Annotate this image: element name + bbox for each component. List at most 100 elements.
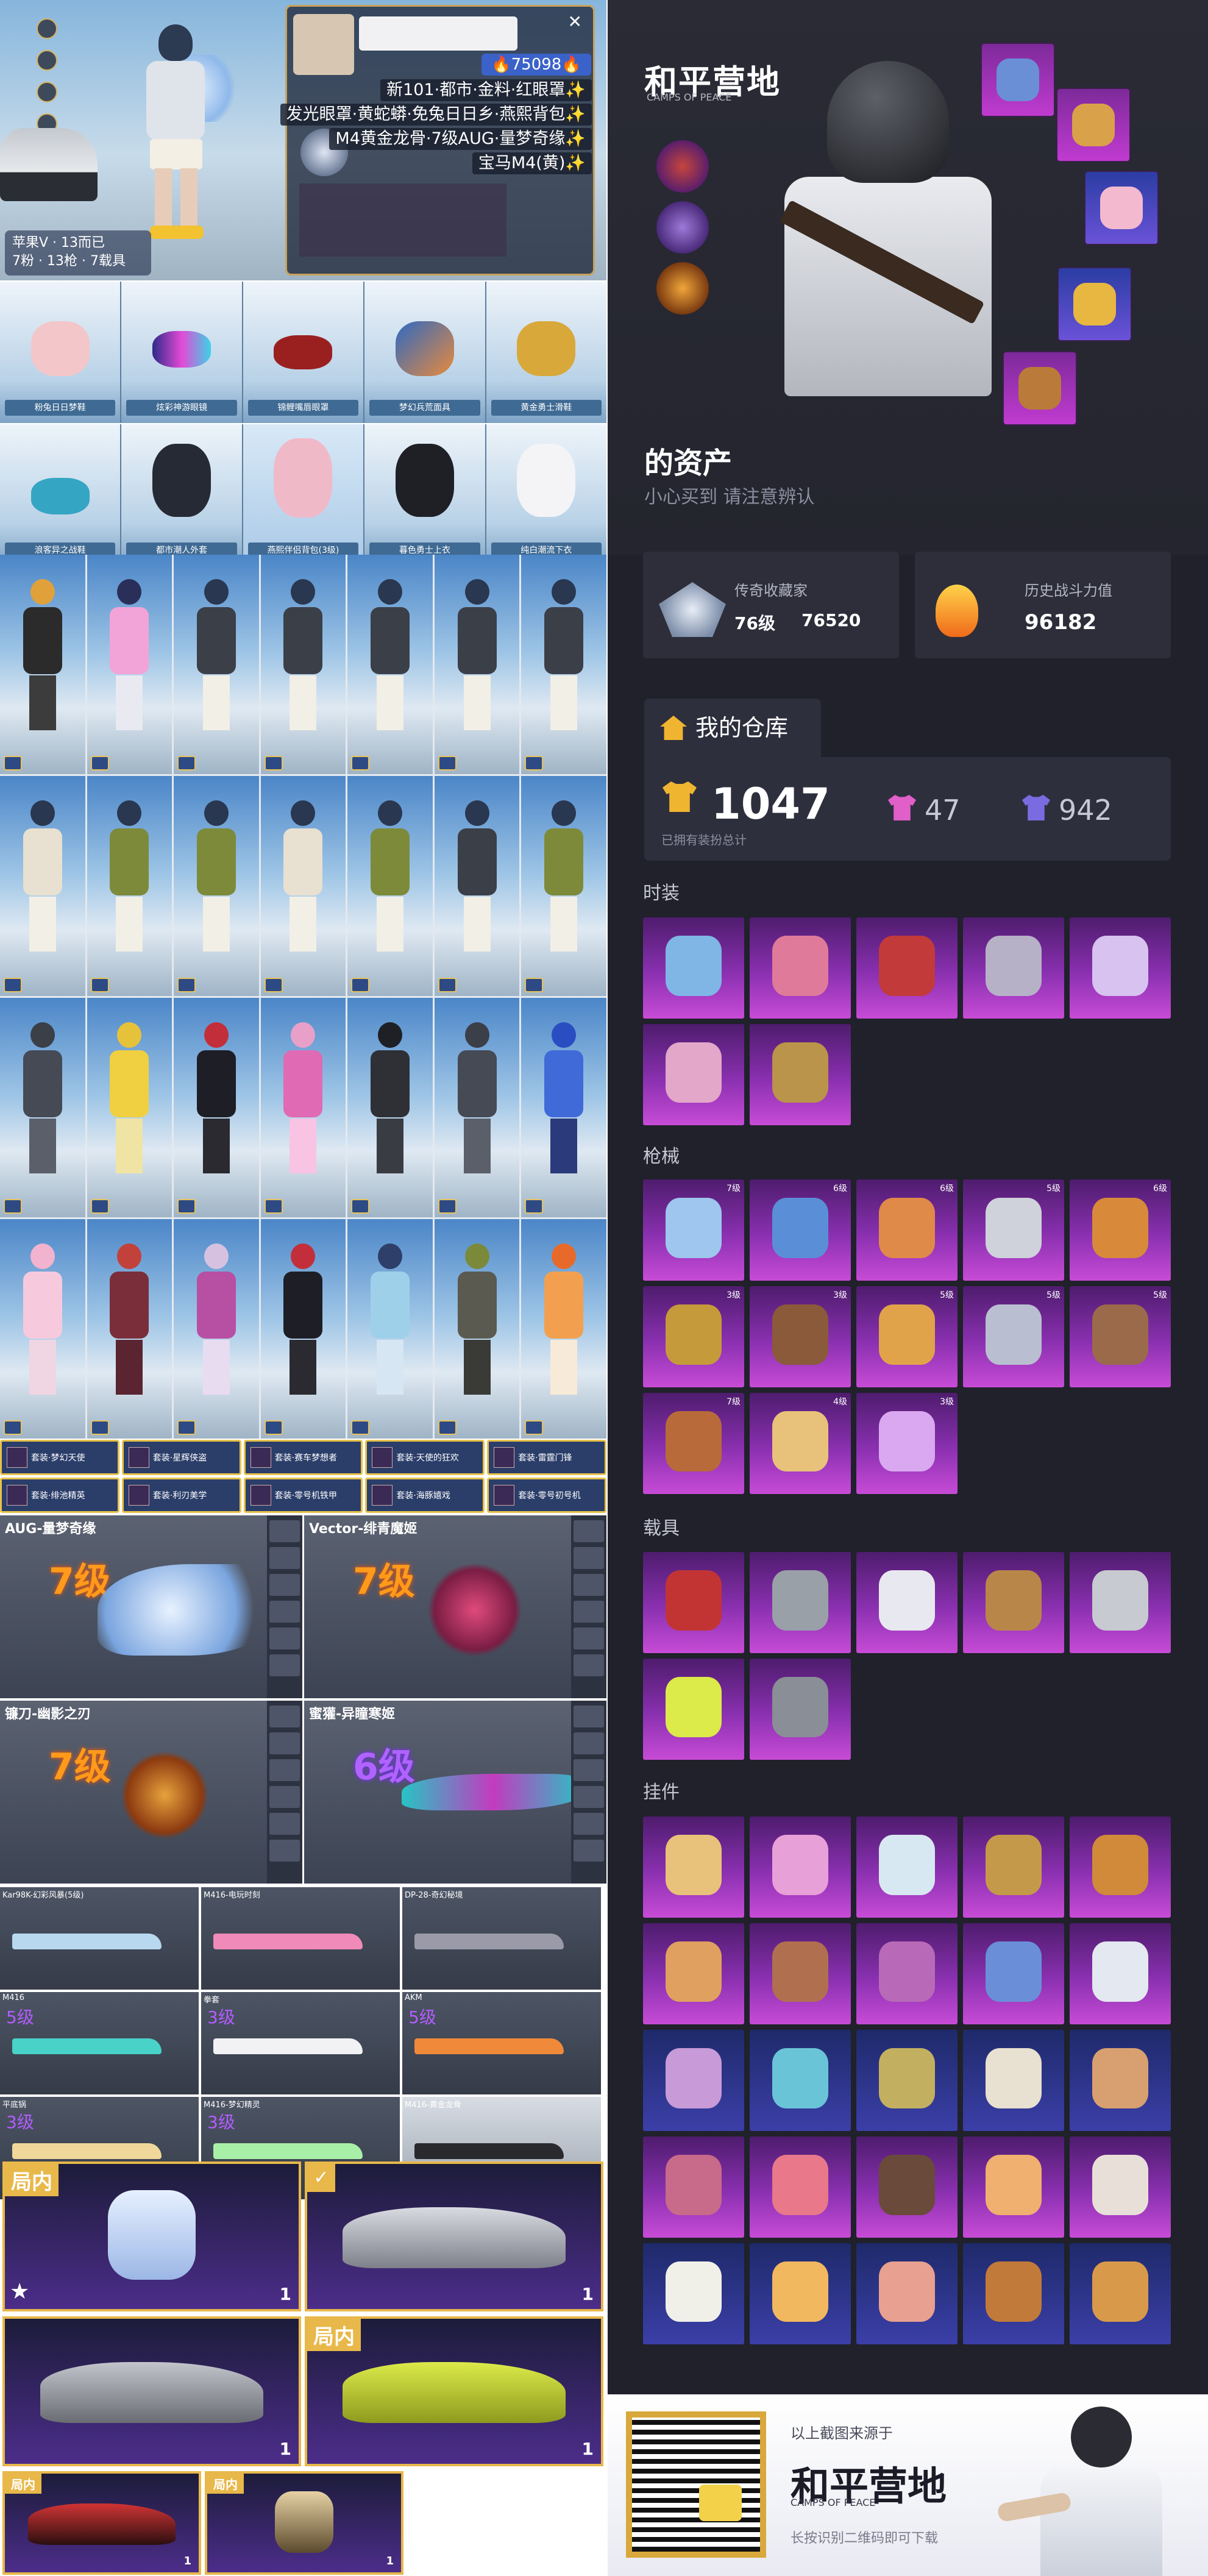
asset-tile[interactable]: [643, 1816, 744, 1918]
asset-tile[interactable]: [750, 1816, 851, 1918]
asset-tile[interactable]: [643, 2030, 744, 2131]
weapon-small-card[interactable]: M416-电玩时刻: [201, 1887, 400, 1990]
asset-tile[interactable]: [750, 2030, 851, 2131]
item-tile[interactable]: 梦幻兵荒面具: [364, 282, 485, 423]
asset-tile[interactable]: [750, 1923, 851, 2024]
item-tile[interactable]: 都市潮人外套: [121, 424, 242, 566]
outfit-tile[interactable]: [521, 997, 606, 1217]
asset-tile[interactable]: [856, 1816, 958, 1918]
outfit-tile[interactable]: [0, 555, 85, 775]
outfit-tile[interactable]: [434, 555, 520, 775]
vehicle-card[interactable]: 局内 ★ 1: [2, 2161, 301, 2311]
vehicle-card[interactable]: 1: [2, 2316, 301, 2466]
asset-tile[interactable]: [856, 1552, 958, 1653]
item-tile[interactable]: 燕熙伴侣背包(3级): [243, 424, 364, 566]
asset-tile[interactable]: 7级: [643, 1393, 744, 1494]
asset-tile[interactable]: 6级: [1070, 1179, 1171, 1281]
gift-icon[interactable]: [37, 50, 57, 71]
vehicle-card[interactable]: 局内 1: [205, 2471, 403, 2575]
weapon-small-card[interactable]: 拳套 3级: [201, 1992, 400, 2094]
asset-tile[interactable]: 7级: [643, 1179, 744, 1281]
asset-tile[interactable]: 5级: [856, 1286, 958, 1387]
asset-tile[interactable]: [1070, 1816, 1171, 1918]
outfit-tile[interactable]: [0, 776, 85, 996]
asset-tile[interactable]: [963, 917, 1064, 1019]
asset-thumb[interactable]: [1059, 268, 1131, 340]
item-tile[interactable]: 粉兔日日梦鞋: [0, 282, 121, 423]
asset-thumb[interactable]: [1057, 89, 1129, 161]
asset-tile[interactable]: [750, 2243, 851, 2344]
item-tile[interactable]: 纯白潮流下衣: [486, 424, 606, 566]
outfit-tile[interactable]: [174, 1219, 259, 1439]
outfit-tile[interactable]: [87, 776, 172, 996]
outfit-tile[interactable]: [347, 997, 433, 1217]
outfit-tile[interactable]: [174, 776, 259, 996]
asset-tile[interactable]: 3级: [643, 1286, 744, 1387]
asset-tile[interactable]: 5级: [963, 1179, 1064, 1281]
asset-tile[interactable]: [856, 2030, 958, 2131]
asset-tile[interactable]: [856, 2137, 958, 2238]
trophy-icon[interactable]: [37, 82, 57, 102]
rank-icon[interactable]: [37, 18, 57, 39]
asset-tile[interactable]: [1070, 2030, 1171, 2131]
asset-thumb[interactable]: [1004, 352, 1076, 424]
item-tile[interactable]: 浪客异之战鞋: [0, 424, 121, 566]
outfit-tile[interactable]: [347, 555, 433, 775]
asset-tile[interactable]: [750, 917, 851, 1019]
outfit-tile[interactable]: [434, 997, 520, 1217]
asset-tile[interactable]: 6级: [750, 1179, 851, 1281]
item-tile[interactable]: 锦鲤嘴唇眼罩: [243, 282, 364, 423]
asset-thumb[interactable]: [982, 44, 1054, 116]
outfit-tile[interactable]: [87, 997, 172, 1217]
item-tile[interactable]: 炫彩神游眼镜: [121, 282, 242, 423]
asset-tile[interactable]: [643, 1552, 744, 1653]
outfit-tile[interactable]: [434, 776, 520, 996]
outfit-title[interactable]: 套装·天使的狂欢: [365, 1440, 485, 1475]
outfit-tile[interactable]: [174, 997, 259, 1217]
outfit-title[interactable]: 套装·零号初号机: [487, 1478, 606, 1513]
vehicle-card[interactable]: 局内 1: [2, 2471, 201, 2575]
weapon-card[interactable]: Vector-绯青魔姬 7级: [304, 1515, 606, 1698]
outfit-tile[interactable]: [87, 1219, 172, 1439]
weapon-card[interactable]: 镰刀-幽影之刃 7级: [0, 1701, 302, 1884]
vehicle-card[interactable]: 局内 1: [305, 2316, 603, 2466]
outfit-tile[interactable]: [260, 555, 346, 775]
weapon-small-card[interactable]: AKM 5级: [402, 1992, 601, 2094]
asset-tile[interactable]: [963, 1923, 1064, 2024]
asset-tile[interactable]: [643, 2243, 744, 2344]
asset-tile[interactable]: [750, 1552, 851, 1653]
asset-tile[interactable]: [1070, 1552, 1171, 1653]
outfit-title[interactable]: 套装·绯池精英: [0, 1478, 119, 1513]
outfit-title[interactable]: 套装·零号机铁甲: [243, 1478, 363, 1513]
asset-tile[interactable]: [1070, 2243, 1171, 2344]
asset-tile[interactable]: [1070, 1923, 1171, 2024]
close-icon[interactable]: ✕: [568, 12, 582, 32]
tab-my-warehouse[interactable]: 我的仓库: [644, 699, 821, 757]
outfit-title[interactable]: 套装·海豚嬉戏: [365, 1478, 485, 1513]
asset-tile[interactable]: [643, 2137, 744, 2238]
asset-tile[interactable]: [856, 1923, 958, 2024]
outfit-tile[interactable]: [521, 776, 606, 996]
asset-tile[interactable]: [963, 2137, 1064, 2238]
asset-tile[interactable]: 4级: [750, 1393, 851, 1494]
avatar[interactable]: [293, 14, 354, 75]
vehicle-card[interactable]: ✓ 1: [305, 2161, 603, 2311]
asset-tile[interactable]: [643, 1923, 744, 2024]
asset-tile[interactable]: [963, 2030, 1064, 2131]
outfit-tile[interactable]: [521, 555, 606, 775]
outfit-tile[interactable]: [0, 1219, 85, 1439]
asset-tile[interactable]: 5级: [1070, 1286, 1171, 1387]
asset-tile[interactable]: 3级: [856, 1393, 958, 1494]
weapon-small-card[interactable]: Kar98K-幻彩风暴(5级): [0, 1887, 199, 1990]
outfit-title[interactable]: 套装·星辉侠盗: [121, 1440, 241, 1475]
asset-tile[interactable]: [750, 1024, 851, 1125]
asset-tile[interactable]: [1070, 2137, 1171, 2238]
outfit-tile[interactable]: [434, 1219, 520, 1439]
asset-tile[interactable]: [643, 1659, 744, 1760]
asset-tile[interactable]: [856, 2243, 958, 2344]
asset-tile[interactable]: [750, 2137, 851, 2238]
asset-tile[interactable]: [963, 2243, 1064, 2344]
outfit-tile[interactable]: [87, 555, 172, 775]
outfit-title[interactable]: 套装·雷霆门锋: [487, 1440, 606, 1475]
asset-tile[interactable]: [643, 1024, 744, 1125]
